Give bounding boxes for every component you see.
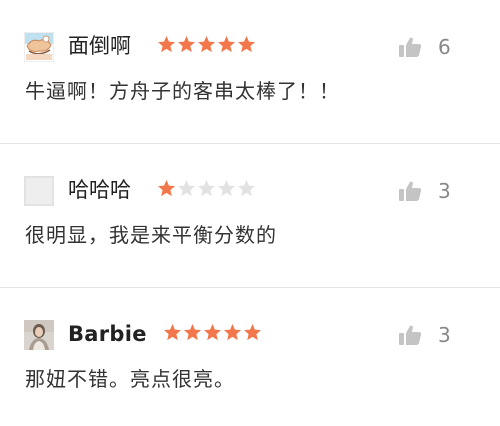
star-icon <box>158 180 175 197</box>
avatar[interactable] <box>24 32 54 62</box>
star-icon <box>238 180 255 197</box>
star-icon <box>198 180 215 197</box>
star-icon <box>224 324 241 341</box>
username[interactable]: 面倒啊 <box>68 30 131 62</box>
username[interactable]: Barbie <box>68 318 147 350</box>
avatar[interactable] <box>24 176 54 206</box>
default-avatar-icon <box>24 176 54 206</box>
star-rating <box>157 179 256 201</box>
username[interactable]: 哈哈哈 <box>68 174 131 206</box>
thumbs-up-icon[interactable] <box>398 180 422 202</box>
like-count: 3 <box>438 323 451 347</box>
star-rating <box>163 323 262 345</box>
star-icon <box>178 36 195 53</box>
star-icon <box>158 36 175 53</box>
thumbs-up-icon[interactable] <box>398 324 422 346</box>
star-icon <box>218 36 235 53</box>
drawing-avatar-icon <box>24 32 54 62</box>
photo-avatar-icon <box>24 320 54 350</box>
like-count: 6 <box>438 35 451 59</box>
review-text: 那妞不错。亮点很亮。 <box>25 367 235 391</box>
star-icon <box>238 36 255 53</box>
star-rating <box>157 35 256 57</box>
review-item: 面倒啊 6 牛逼啊！方舟子的客串太棒了！！ <box>0 0 500 143</box>
star-icon <box>198 36 215 53</box>
review-list: 面倒啊 6 牛逼啊！方舟子的客串太棒了！！ 哈哈哈 3 很明显，我是来平衡分数的 <box>0 0 500 426</box>
like-count: 3 <box>438 179 451 203</box>
avatar[interactable] <box>24 320 54 350</box>
star-icon <box>184 324 201 341</box>
star-icon <box>178 180 195 197</box>
thumbs-up-icon[interactable] <box>398 36 422 58</box>
star-icon <box>218 180 235 197</box>
review-item: 哈哈哈 3 很明显，我是来平衡分数的 <box>0 144 500 287</box>
review-text: 牛逼啊！方舟子的客串太棒了！！ <box>25 79 340 103</box>
star-icon <box>204 324 221 341</box>
review-item: Barbie 3 那妞不错。亮点很亮。 <box>0 288 500 426</box>
star-icon <box>164 324 181 341</box>
review-text: 很明显，我是来平衡分数的 <box>25 223 277 247</box>
star-icon <box>244 324 261 341</box>
